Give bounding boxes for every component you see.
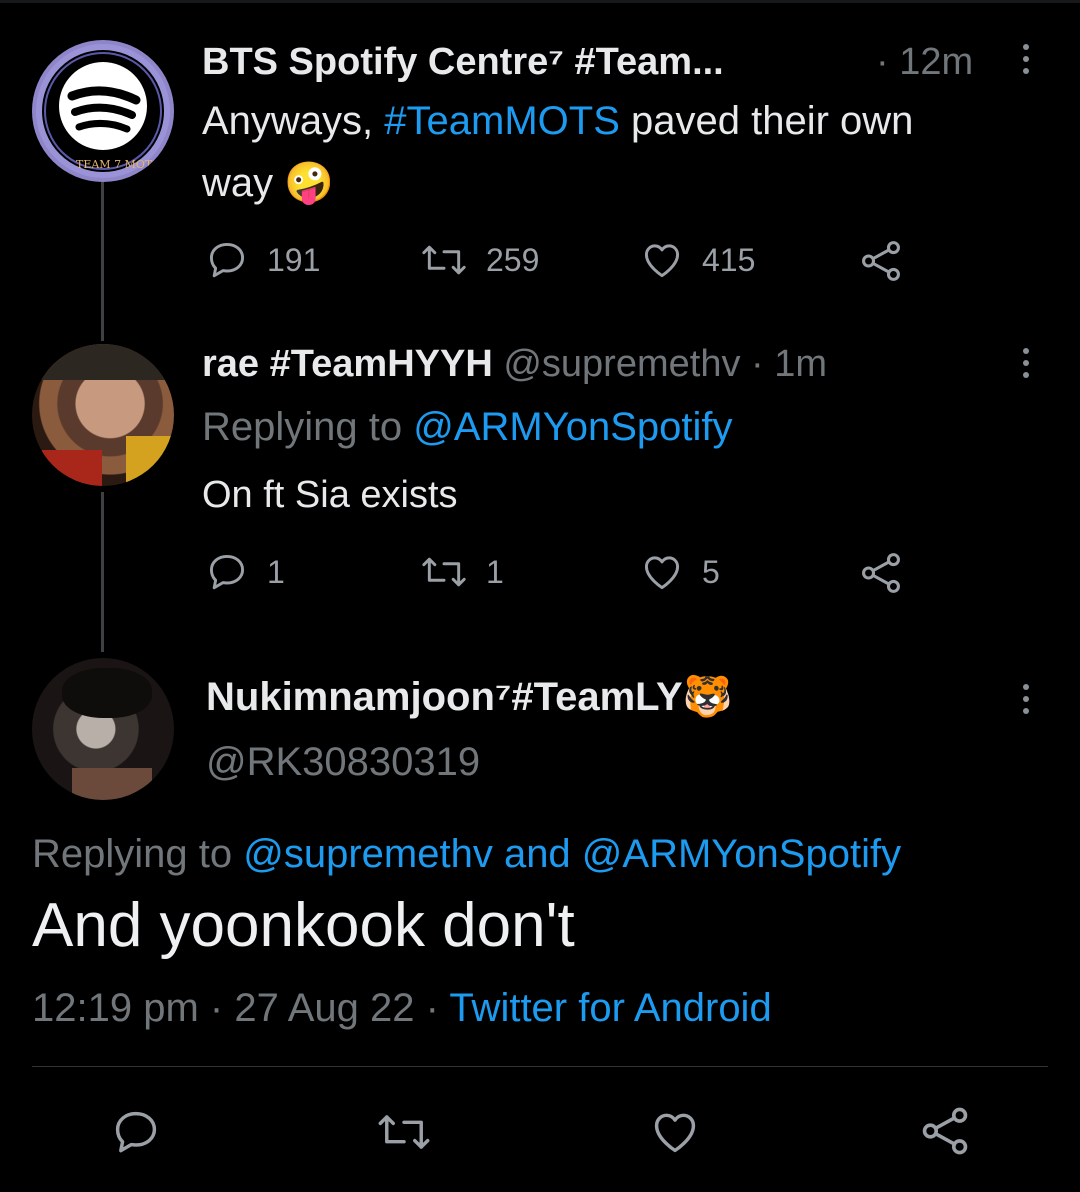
- retweet-icon: [422, 245, 466, 275]
- display-name[interactable]: Nukimnamjoon⁷#TeamLY🐯: [206, 673, 732, 721]
- mention-link[interactable]: @supremethv: [243, 832, 493, 876]
- mention-link[interactable]: @ARMYonSpotify: [413, 405, 732, 449]
- display-name[interactable]: rae #TeamHYYH: [202, 343, 493, 385]
- retweet-button[interactable]: 1: [420, 550, 504, 594]
- share-icon: [922, 1107, 968, 1155]
- tweet-text-line2: way 🤪: [202, 161, 335, 205]
- retweet-count: 1: [486, 553, 504, 590]
- retweet-icon: [422, 557, 466, 587]
- divider: [32, 1066, 1048, 1067]
- avatar-caption: TEAM 7 MOTS: [76, 158, 160, 171]
- avatar[interactable]: TEAM 7 MOTS: [32, 40, 174, 182]
- thread-line: [101, 178, 104, 341]
- share-button[interactable]: [858, 238, 904, 284]
- avatar[interactable]: [32, 658, 174, 800]
- timestamp[interactable]: 12:19 pm · 27 Aug 22 ·: [32, 986, 449, 1030]
- more-options-icon[interactable]: [1021, 348, 1031, 378]
- tweet-text: On ft Sia exists: [202, 474, 458, 516]
- tweet-text: Anyways, #TeamMOTS paved their own: [202, 99, 914, 143]
- like-count: 415: [702, 241, 756, 278]
- tweet-text: And yoonkook don't: [32, 891, 575, 960]
- reply-button[interactable]: 191: [205, 238, 320, 282]
- reply-button[interactable]: 1: [205, 550, 285, 594]
- timestamp-line: 12:19 pm · 27 Aug 22 · Twitter for Andro…: [32, 984, 772, 1032]
- heart-icon: [654, 1113, 696, 1153]
- heart-icon: [644, 556, 680, 590]
- replying-to: Replying to @supremethv and @ARMYonSpoti…: [32, 832, 902, 876]
- like-count: 5: [702, 553, 720, 590]
- reply-icon: [209, 554, 245, 590]
- handle-time[interactable]: @supremethv · 1m: [503, 343, 827, 385]
- reply-count: 1: [267, 553, 285, 590]
- mention-link[interactable]: @ARMYonSpotify: [582, 832, 901, 876]
- avatar[interactable]: [32, 344, 174, 486]
- zany-face-emoji: 🤪: [284, 161, 335, 205]
- more-options-icon[interactable]: [1021, 684, 1031, 714]
- tweet-header: rae #TeamHYYH @supremethv · 1m: [202, 342, 827, 386]
- heart-icon: [644, 244, 680, 278]
- share-icon: [862, 553, 900, 593]
- share-button[interactable]: [858, 550, 904, 596]
- hashtag-link[interactable]: #TeamMOTS: [384, 99, 620, 143]
- reply-icon: [209, 242, 245, 278]
- replying-to: Replying to @ARMYonSpotify: [202, 405, 733, 449]
- share-icon: [862, 241, 900, 281]
- like-button[interactable]: 5: [640, 550, 720, 594]
- thread-line: [101, 492, 104, 652]
- reply-button[interactable]: [110, 1106, 162, 1163]
- tweet-time[interactable]: · 12m: [876, 40, 973, 84]
- source-link[interactable]: Twitter for Android: [449, 986, 771, 1030]
- retweet-count: 259: [486, 241, 540, 278]
- handle[interactable]: @RK30830319: [206, 738, 480, 786]
- retweet-button[interactable]: [376, 1106, 432, 1163]
- like-button[interactable]: [649, 1106, 701, 1163]
- share-button[interactable]: [918, 1104, 972, 1163]
- display-name[interactable]: BTS Spotify Centre⁷ #Team...: [202, 40, 724, 84]
- like-button[interactable]: 415: [640, 238, 755, 282]
- more-options-icon[interactable]: [1021, 44, 1031, 74]
- tiger-emoji: 🐯: [682, 675, 733, 719]
- reply-count: 191: [267, 241, 321, 278]
- retweet-icon: [378, 1115, 430, 1149]
- retweet-button[interactable]: 259: [420, 238, 539, 282]
- top-rule: [0, 0, 1080, 3]
- reply-icon: [115, 1111, 157, 1153]
